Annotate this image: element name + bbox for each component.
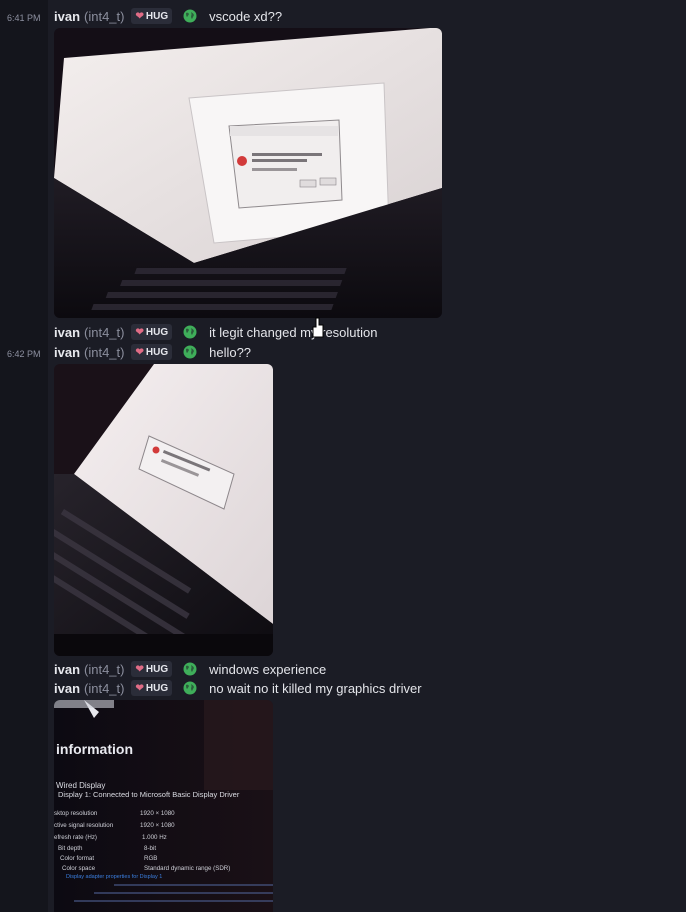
badge-label: HUG xyxy=(145,663,169,675)
hug-badge: ❤ HUG xyxy=(131,324,173,340)
info-label: sktop resolution xyxy=(54,810,98,817)
username[interactable]: ivan xyxy=(54,9,80,24)
hug-badge: ❤ HUG xyxy=(131,344,173,360)
chat-view: 6:41 PM 6:42 PM ivan (int4_t) ❤ HUG vscod… xyxy=(0,0,686,912)
timestamp: 6:42 PM xyxy=(7,349,41,359)
info-label: Color format xyxy=(60,855,94,862)
badge-label: HUG xyxy=(145,682,169,694)
info-value: 8-bit xyxy=(144,845,156,852)
mouse-cursor-icon xyxy=(312,317,324,338)
user-handle: (int4_t) xyxy=(84,344,125,360)
info-value: Standard dynamic range (SDR) xyxy=(144,865,230,872)
info-value: 1920 × 1080 xyxy=(140,810,175,817)
laptop-photo-1 xyxy=(54,28,442,318)
user-handle: (int4_t) xyxy=(84,8,125,24)
info-value: RGB xyxy=(144,855,157,862)
heart-icon: ❤ xyxy=(135,326,144,338)
info-label: ctive signal resolution xyxy=(54,822,114,829)
globe-icon xyxy=(183,662,197,676)
globe-icon xyxy=(183,681,197,695)
hug-badge: ❤ HUG xyxy=(131,8,173,24)
photo-heading: information xyxy=(56,741,133,757)
message-text: windows experience xyxy=(209,661,327,677)
message-line: ivan (int4_t) ❤ HUG no wait no it killed … xyxy=(54,679,422,697)
info-value: 1920 × 1080 xyxy=(140,822,175,829)
adapter-properties-link: Display adapter properties for Display 1 xyxy=(66,874,162,880)
info-label: Bit depth xyxy=(58,845,83,852)
heart-icon: ❤ xyxy=(135,682,144,694)
message-text: vscode xd?? xyxy=(209,8,283,24)
info-value: 1.000 Hz xyxy=(142,834,167,841)
photo-attachment[interactable] xyxy=(54,364,273,656)
timestamp: 6:41 PM xyxy=(7,13,41,23)
heart-icon: ❤ xyxy=(135,10,144,22)
username[interactable]: ivan xyxy=(54,345,80,360)
username[interactable]: ivan xyxy=(54,325,80,340)
heart-icon: ❤ xyxy=(135,663,144,675)
display-subtitle: Display 1: Connected to Microsoft Basic … xyxy=(58,790,240,799)
laptop-photo-2 xyxy=(54,364,273,656)
photo-attachment[interactable]: information Wired Display Display 1: Con… xyxy=(54,700,273,912)
globe-icon xyxy=(183,345,197,359)
badge-label: HUG xyxy=(145,10,169,22)
info-label: Color space xyxy=(62,865,96,872)
user-handle: (int4_t) xyxy=(84,680,125,696)
user-handle: (int4_t) xyxy=(84,324,125,340)
display-info-photo: information Wired Display Display 1: Con… xyxy=(54,700,273,912)
username[interactable]: ivan xyxy=(54,681,80,696)
message-text: hello?? xyxy=(209,344,252,360)
message-line: ivan (int4_t) ❤ HUG hello?? xyxy=(54,343,251,361)
user-handle: (int4_t) xyxy=(84,661,125,677)
message-line: ivan (int4_t) ❤ HUG vscode xd?? xyxy=(54,7,282,25)
globe-icon xyxy=(183,325,197,339)
message-line: ivan (int4_t) ❤ HUG windows experience xyxy=(54,660,326,678)
hug-badge: ❤ HUG xyxy=(131,661,173,677)
message-line: ivan (int4_t) ❤ HUG it legit changed my r… xyxy=(54,323,377,341)
badge-label: HUG xyxy=(145,346,169,358)
username[interactable]: ivan xyxy=(54,662,80,677)
photo-attachment[interactable] xyxy=(54,28,442,318)
display-title: Wired Display xyxy=(56,781,105,790)
timestamp-gutter xyxy=(0,0,48,912)
badge-label: HUG xyxy=(145,326,169,338)
heart-icon: ❤ xyxy=(135,346,144,358)
hug-badge: ❤ HUG xyxy=(131,680,173,696)
globe-icon xyxy=(183,9,197,23)
info-label: efresh rate (Hz) xyxy=(54,834,97,841)
message-text: it legit changed my resolution xyxy=(209,324,378,340)
message-text: no wait no it killed my graphics driver xyxy=(209,680,422,696)
